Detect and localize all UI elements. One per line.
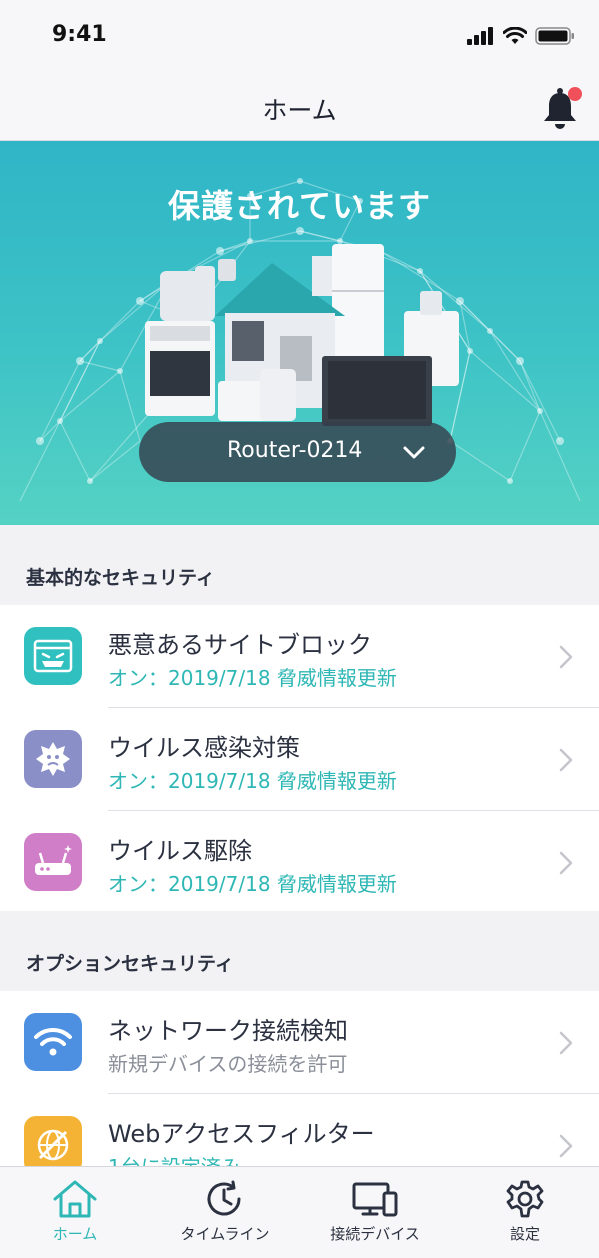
basic-security-list: 悪意あるサイトブロック オン：2019/7/18 脅威情報更新 ウイルス感染対策…	[0, 605, 599, 914]
optional-security-title: オプションセキュリティ	[26, 953, 234, 975]
list-item-virus-removal[interactable]: ウイルス駆除 オン：2019/7/18 脅威情報更新	[0, 811, 599, 914]
row-status: 新規デバイスの接続を許可	[108, 1052, 348, 1076]
list-item-network-connection-detection[interactable]: ネットワーク接続検知 新規デバイスの接続を許可	[0, 991, 599, 1094]
chevron-right-icon	[559, 1134, 573, 1158]
chevron-down-icon	[403, 446, 425, 459]
router-name: Router-0214	[227, 438, 363, 463]
status-time: 9:41	[52, 22, 107, 47]
protection-hero: 保護されています Router-0214	[0, 141, 599, 525]
navigation-bar: ホーム	[0, 75, 599, 141]
chevron-right-icon	[559, 851, 573, 875]
tab-label: タイムライン	[180, 1225, 270, 1243]
tab-label: 設定	[509, 1225, 540, 1243]
row-title: ウイルス感染対策	[108, 734, 300, 762]
gear-icon	[506, 1180, 544, 1218]
tab-connected-devices[interactable]: 接続デバイス	[300, 1167, 450, 1258]
tab-timeline[interactable]: タイムライン	[150, 1167, 300, 1258]
basic-security-title: 基本的なセキュリティ	[26, 567, 215, 589]
tab-label: ホーム	[52, 1225, 98, 1243]
home-icon	[53, 1180, 97, 1218]
row-status: オン：2019/7/18 脅威情報更新	[108, 769, 397, 793]
list-item-web-access-filter[interactable]: Webアクセスフィルター 1台に設定済み	[0, 1094, 599, 1166]
row-status: オン：2019/7/18 脅威情報更新	[108, 666, 397, 690]
list-item-malicious-site-block[interactable]: 悪意あるサイトブロック オン：2019/7/18 脅威情報更新	[0, 605, 599, 708]
chevron-right-icon	[559, 1031, 573, 1055]
tab-settings[interactable]: 設定	[450, 1167, 599, 1258]
router-selector[interactable]: Router-0214	[139, 422, 456, 482]
status-bar: 9:41	[0, 0, 599, 75]
wifi-status-icon	[503, 27, 527, 44]
battery-icon	[535, 27, 574, 45]
cellular-signal-icon	[467, 27, 493, 45]
malicious-site-icon	[24, 627, 82, 685]
row-title: ウイルス駆除	[108, 837, 252, 865]
tab-label: 接続デバイス	[330, 1225, 420, 1243]
virus-icon	[24, 730, 82, 788]
row-title: 悪意あるサイトブロック	[108, 631, 372, 659]
notification-badge	[568, 87, 582, 101]
timeline-icon	[207, 1180, 241, 1216]
optional-security-list: ネットワーク接続検知 新規デバイスの接続を許可 Webアクセスフィルター 1台に…	[0, 991, 599, 1166]
status-icons	[467, 26, 575, 46]
row-status: オン：2019/7/18 脅威情報更新	[108, 872, 397, 896]
page-title: ホーム	[262, 96, 337, 125]
list-item-virus-protection[interactable]: ウイルス感染対策 オン：2019/7/18 脅威情報更新	[0, 708, 599, 811]
web-filter-icon	[24, 1116, 82, 1166]
router-clean-icon	[24, 833, 82, 891]
optional-security-header: オプションセキュリティ	[0, 911, 599, 991]
chevron-right-icon	[559, 748, 573, 772]
basic-security-header: 基本的なセキュリティ	[0, 525, 599, 605]
chevron-right-icon	[559, 645, 573, 669]
notifications-button[interactable]	[540, 87, 584, 131]
tab-home[interactable]: ホーム	[0, 1167, 150, 1258]
row-status: 1台に設定済み	[108, 1151, 241, 1166]
tab-bar: ホーム タイムライン 接続デバイス 設定	[0, 1166, 599, 1258]
row-title: Webアクセスフィルター	[108, 1120, 375, 1148]
row-title: ネットワーク接続検知	[108, 1017, 348, 1045]
devices-icon	[352, 1182, 398, 1217]
wifi-icon	[24, 1013, 82, 1071]
protection-status-title: 保護されています	[167, 187, 432, 225]
